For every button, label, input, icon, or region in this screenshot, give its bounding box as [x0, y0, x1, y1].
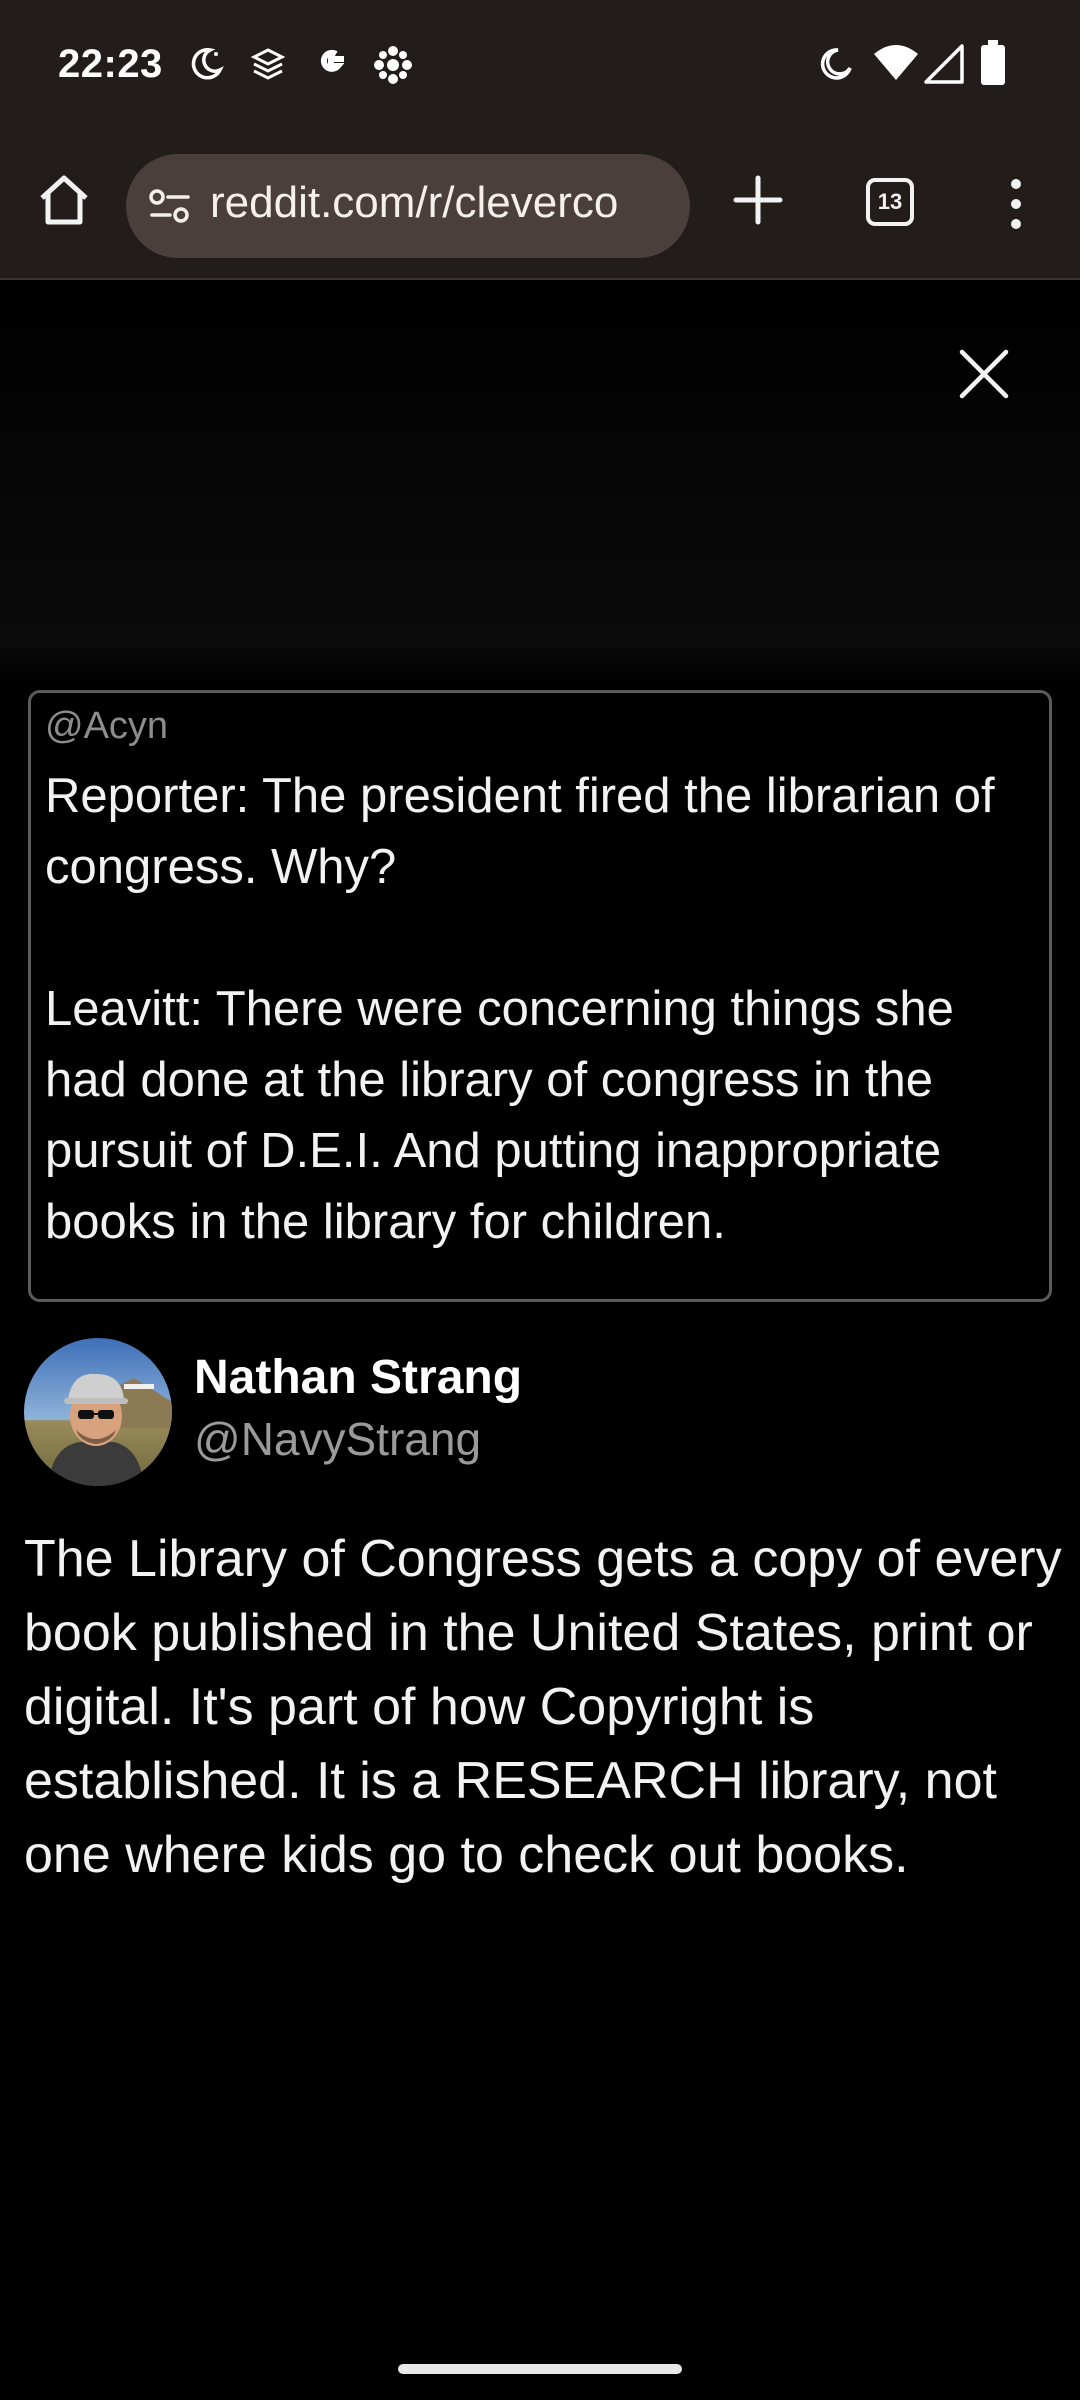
wifi-icon: [872, 42, 920, 87]
avatar: [24, 1338, 172, 1486]
app-icon: [248, 44, 288, 89]
plus-icon: [733, 175, 783, 225]
more-menu-button[interactable]: [1000, 176, 1032, 232]
status-bar: 22:23: [0, 0, 1080, 132]
post-text: The Library of Congress gets a copy of e…: [24, 1530, 1062, 1884]
battery-icon: [980, 40, 1006, 91]
quoted-tweet: @Acyn Reporter: The president fired the …: [28, 690, 1052, 1302]
image-viewer: @Acyn Reporter: The president fired the …: [0, 282, 1080, 2400]
close-button[interactable]: [956, 346, 1012, 402]
status-time: 22:23: [58, 42, 163, 86]
more-vert-icon: [1011, 179, 1021, 229]
url-bar[interactable]: reddit.com/r/cleverco: [126, 154, 690, 258]
author-handle: @NavyStrang: [194, 1413, 482, 1465]
close-icon: [959, 349, 1009, 399]
night-mode-icon: [186, 44, 226, 89]
site-settings-icon[interactable]: [148, 186, 192, 231]
tab-switcher-button[interactable]: 13: [866, 178, 914, 226]
quoted-text: Reporter: The president fired the librar…: [45, 769, 995, 1249]
home-icon: [40, 175, 88, 225]
url-text[interactable]: reddit.com/r/cleverco: [210, 178, 618, 228]
new-tab-button[interactable]: [732, 174, 784, 226]
author-name: Nathan Strang: [194, 1351, 523, 1404]
google-icon: [310, 42, 352, 89]
signal-icon: [924, 44, 964, 89]
cbc-icon: [372, 44, 414, 91]
browser-toolbar: reddit.com/r/cleverco 13: [0, 132, 1080, 280]
quoted-handle: @Acyn: [45, 705, 169, 747]
home-button[interactable]: [36, 172, 92, 228]
gesture-bar[interactable]: [398, 2364, 682, 2374]
do-not-disturb-icon: [816, 44, 856, 89]
